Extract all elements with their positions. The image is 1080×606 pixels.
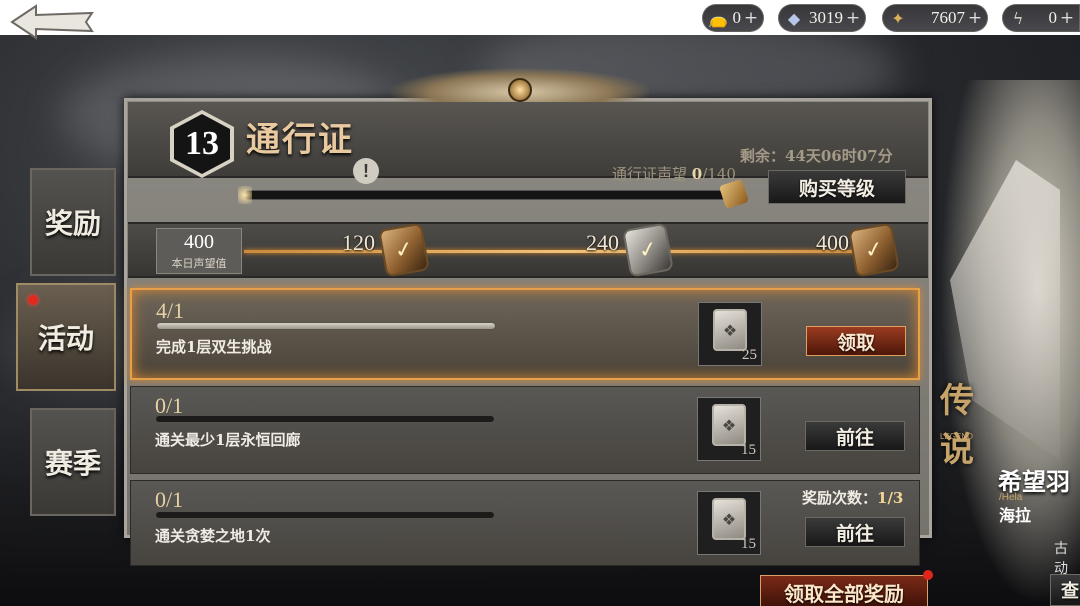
milestone-value: 400	[816, 230, 849, 255]
hero-view-button[interactable]: 查	[1050, 574, 1080, 606]
reward-item[interactable]: ❖ 25	[698, 302, 762, 366]
page-title: 通行证	[246, 120, 354, 160]
milestone-value: 120	[342, 230, 375, 255]
coin-bag-icon: 👝	[708, 8, 728, 28]
reward-scroll-icon: ❖	[712, 498, 746, 540]
currency-coin-bag[interactable]: 👝 0 +	[702, 4, 764, 32]
notification-dot	[923, 570, 933, 580]
reputation-progress-label: 通行证声望 0/140	[612, 165, 736, 183]
milestone-chest-icon[interactable]: ✓	[848, 222, 900, 278]
tab-reward[interactable]: 奖励	[30, 168, 116, 276]
add-icon[interactable]: +	[1059, 8, 1075, 28]
hero-chinese-name: 海拉	[999, 506, 1032, 525]
claim-all-button[interactable]: 领取全部奖励	[760, 570, 933, 606]
legend-badge-sub: LEGEND	[940, 432, 973, 441]
claim-button[interactable]: 领取	[806, 326, 906, 356]
crest-gem-icon	[508, 78, 532, 102]
daily-reputation-box: 400 本日声望值	[156, 228, 242, 274]
milestone-chest-icon[interactable]: ✓	[622, 222, 674, 278]
task-row: 4/1 完成1层双生挑战 ❖ 25 领取	[130, 288, 920, 380]
currency-lightning[interactable]: ϟ 0 +	[1002, 4, 1080, 32]
reward-item[interactable]: ❖ 15	[697, 491, 761, 555]
buy-level-button[interactable]: 购买等级	[768, 170, 906, 204]
notification-dot	[28, 295, 38, 305]
tab-activity[interactable]: 活动	[16, 283, 116, 391]
reward-scroll-icon: ❖	[713, 309, 747, 351]
diamond-icon: ◆	[787, 8, 801, 28]
currency-diamond[interactable]: ◆ 3019 +	[778, 4, 866, 32]
progress-spark-icon	[238, 186, 252, 204]
task-progress-fill	[157, 323, 495, 329]
reward-scroll-icon: ❖	[712, 404, 746, 446]
milestone-chest-icon[interactable]: ✓	[378, 222, 430, 278]
tab-label: 奖励	[44, 207, 101, 240]
remaining-time: 剩余：44天06时07分	[740, 147, 893, 165]
reputation-progress-bar	[244, 190, 734, 200]
legend-badge: 传说	[940, 381, 974, 470]
task-progress-bar	[155, 415, 495, 423]
add-icon[interactable]: +	[845, 8, 861, 28]
milestone-value: 240	[586, 230, 619, 255]
tab-label: 赛季	[44, 447, 101, 480]
task-progress-bar	[156, 322, 496, 330]
tab-season[interactable]: 赛季	[30, 408, 116, 516]
add-icon[interactable]: +	[743, 8, 759, 28]
gold-icon: ✦	[891, 8, 905, 28]
info-icon[interactable]: !	[353, 158, 379, 184]
reward-item[interactable]: ❖ 15	[697, 397, 761, 461]
add-icon[interactable]: +	[967, 8, 983, 28]
reward-count: 奖励次数：1/3	[802, 489, 904, 507]
task-progress-bar	[155, 511, 495, 519]
currency-gold[interactable]: ✦ 7607 +	[882, 4, 988, 32]
task-row: 0/1 通关最少1层永恒回廊 ❖ 15 前往	[130, 386, 920, 474]
goto-button[interactable]: 前往	[805, 517, 905, 547]
hero-tag: 古动	[1054, 541, 1068, 577]
back-arrow-icon[interactable]	[8, 2, 98, 42]
tab-label: 活动	[37, 322, 94, 355]
lightning-icon: ϟ	[1012, 8, 1024, 28]
goto-button[interactable]: 前往	[805, 421, 905, 451]
